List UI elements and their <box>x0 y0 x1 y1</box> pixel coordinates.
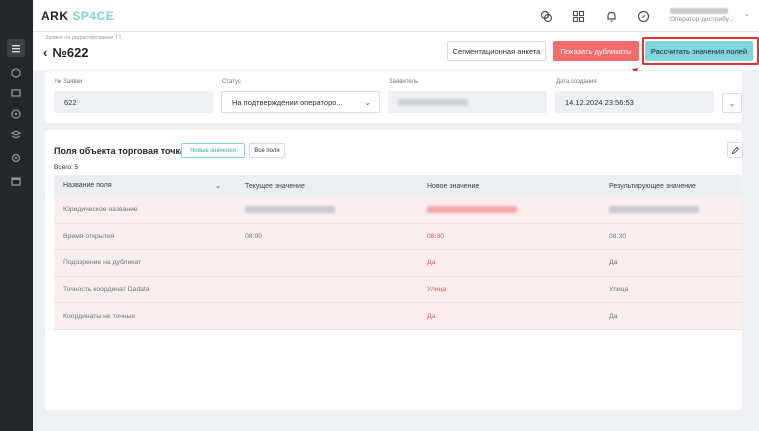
applicant-value <box>398 98 468 106</box>
user-icon[interactable] <box>9 107 23 121</box>
request-title: №622 <box>52 45 89 60</box>
circle-icon[interactable] <box>9 66 23 80</box>
stack-icon[interactable] <box>9 128 23 142</box>
request-no-field: 622 <box>54 91 213 113</box>
column-header-result: Результирующее значение <box>609 182 696 190</box>
sidebar <box>0 0 33 431</box>
cell-current <box>233 206 415 214</box>
show-duplicates-button[interactable]: Показать дубликаты <box>553 41 639 61</box>
table-row[interactable]: Координаты не точные Да Да <box>54 303 742 330</box>
app-logo[interactable]: ARK SP4CE <box>41 9 114 23</box>
request-info-card: № Заявки 622 Статус На подтверждении опе… <box>45 71 742 123</box>
edit-button[interactable] <box>727 142 743 158</box>
cell-result: Да <box>609 312 618 320</box>
created-field: 14.12.2024 23:56:53 <box>555 91 714 113</box>
compass-icon[interactable] <box>635 8 651 24</box>
top-bar: ARK SP4CE Оператор дистрибу... ⌄ <box>33 0 759 32</box>
copy-icon[interactable] <box>538 8 554 24</box>
column-header-name[interactable]: Название поля ⌄ <box>54 182 233 190</box>
cell-field-name: Юридическое название <box>63 206 138 214</box>
status-select[interactable]: На подтверждении операторо... ⌄ <box>221 91 380 113</box>
table-row[interactable]: Подозрение на дубликат Да Да <box>54 250 742 277</box>
cell-new: Да <box>427 259 436 267</box>
request-no-label: № Заявки <box>55 79 83 85</box>
cell-result: 08:30 <box>609 232 627 240</box>
applicant-field <box>388 91 547 113</box>
cell-new <box>415 206 597 214</box>
highlight-box <box>642 37 759 65</box>
cell-field-name: Точность координат Dadata <box>63 286 150 294</box>
cell-new: 08:30 <box>427 232 445 240</box>
created-label: Дата создания <box>556 79 597 85</box>
chevron-down-icon: ⌄ <box>364 97 371 107</box>
table-row[interactable]: Юридическое название <box>54 197 742 224</box>
section-title: Поля объекта торговая точка <box>54 146 186 156</box>
user-role: Оператор дистрибу... <box>670 16 734 23</box>
list-icon[interactable] <box>7 39 25 57</box>
cell-current: 08:00 <box>245 232 263 240</box>
cell-result: Да <box>609 259 618 267</box>
status-label: Статус <box>222 79 241 85</box>
gear-icon[interactable] <box>9 151 23 165</box>
back-arrow-icon[interactable]: ‹ <box>43 45 47 60</box>
chevron-down-icon[interactable]: ⌄ <box>744 10 750 18</box>
segmentation-button[interactable]: Сегментационная анкета <box>447 41 546 61</box>
bell-icon[interactable] <box>603 8 619 24</box>
column-header-current: Текущее значение <box>245 182 305 190</box>
column-header-new: Новое значение <box>427 182 480 190</box>
grid-icon[interactable] <box>570 8 586 24</box>
user-name <box>670 8 728 14</box>
table-row[interactable]: Время открытия 08:00 08:30 08:30 <box>54 223 742 251</box>
status-value: На подтверждении операторо... <box>232 97 343 107</box>
cell-result <box>597 206 742 214</box>
cell-new: Да <box>427 312 436 320</box>
table-header: Название поля ⌄ Текущее значение Новое з… <box>54 175 742 197</box>
layers-icon[interactable] <box>9 86 23 100</box>
chevron-down-icon: ⌄ <box>215 183 221 190</box>
breadcrumb[interactable]: Заявки на редактирование ТТ <box>45 35 122 41</box>
cell-new: Улица <box>427 286 447 294</box>
filter-all-fields[interactable]: Все поля <box>249 143 285 158</box>
page-title: ‹ №622 <box>43 45 89 60</box>
cell-result: Улица <box>609 286 629 294</box>
fields-table: Название поля ⌄ Текущее значение Новое з… <box>54 175 742 330</box>
user-menu[interactable]: Оператор дистрибу... <box>670 6 740 23</box>
table-row[interactable]: Точность координат Dadata Улица Улица <box>54 276 742 304</box>
cell-field-name: Подозрение на дубликат <box>63 259 142 267</box>
column-header-name-label: Название поля <box>63 182 112 189</box>
cell-field-name: Время открытия <box>63 232 115 240</box>
total-count: Всего: 5 <box>54 164 79 171</box>
filter-new-values[interactable]: Новые значения <box>181 143 245 158</box>
edit-icon <box>731 146 739 154</box>
applicant-label: Заявитель <box>389 79 419 85</box>
expand-button[interactable]: ⌄ <box>722 93 742 113</box>
calendar-icon[interactable] <box>9 174 23 188</box>
cell-field-name: Координаты не точные <box>63 312 136 320</box>
fields-card: Поля объекта торговая точка Новые значен… <box>45 130 743 410</box>
